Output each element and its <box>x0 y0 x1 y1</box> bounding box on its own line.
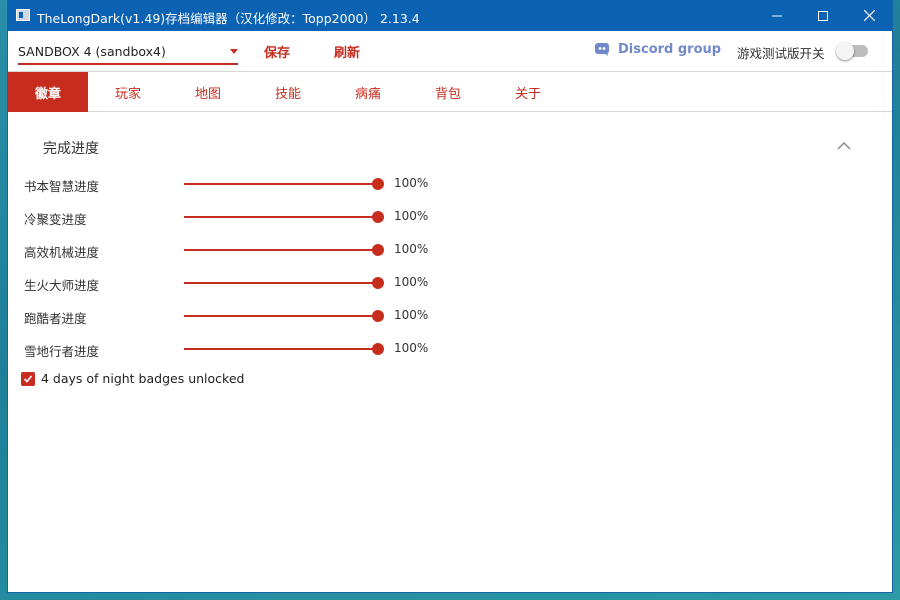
refresh-button[interactable]: 刷新 <box>334 42 360 61</box>
progress-row-snow-walker: 雪地行者进度 100% <box>8 339 508 359</box>
row-value: 100% <box>394 176 429 190</box>
row-value: 100% <box>394 209 429 223</box>
close-button[interactable] <box>846 0 892 31</box>
progress-row-efficient-machine: 高效机械进度 100% <box>8 240 508 260</box>
chevron-up-icon[interactable] <box>837 141 851 151</box>
progress-row-book-smarts: 书本智慧进度 100% <box>8 174 508 194</box>
discord-label: Discord group <box>618 42 722 57</box>
tab-bar: 徽章 玩家 地图 技能 病痛 背包 关于 <box>8 72 892 112</box>
maximize-button[interactable] <box>800 0 846 31</box>
slider-track[interactable] <box>184 183 378 185</box>
row-label: 冷聚变进度 <box>24 212 87 227</box>
window-title: TheLongDark(v1.49)存档编辑器（汉化修改：Topp2000） 2… <box>37 11 420 26</box>
save-button[interactable]: 保存 <box>264 42 290 61</box>
close-icon <box>863 10 875 21</box>
tab-inventory[interactable]: 背包 <box>408 72 488 112</box>
slider-thumb[interactable] <box>372 178 384 190</box>
chevron-down-icon <box>230 49 238 54</box>
toolbar: SANDBOX 4 (sandbox4) 保存 刷新 Discord group… <box>8 31 892 72</box>
minimize-button[interactable] <box>754 0 800 31</box>
slider-thumb[interactable] <box>372 277 384 289</box>
beta-toggle-label: 游戏测试版开关 <box>737 46 825 61</box>
row-value: 100% <box>394 275 429 289</box>
check-icon <box>23 374 33 383</box>
slider-thumb[interactable] <box>372 244 384 256</box>
toggle-knob <box>836 42 854 60</box>
progress-row-fire-master: 生火大师进度 100% <box>8 273 508 293</box>
slider-thumb[interactable] <box>372 211 384 223</box>
tab-map[interactable]: 地图 <box>168 72 248 112</box>
tab-about[interactable]: 关于 <box>488 72 568 112</box>
section-title: 完成进度 <box>43 141 99 157</box>
discord-icon <box>595 43 609 56</box>
maximize-icon <box>818 10 828 21</box>
tab-player[interactable]: 玩家 <box>88 72 168 112</box>
night-badges-checkbox-row[interactable]: 4 days of night badges unlocked <box>21 371 244 386</box>
row-value: 100% <box>394 308 429 322</box>
tab-badges[interactable]: 徽章 <box>8 72 88 112</box>
progress-row-free-runner: 跑酷者进度 100% <box>8 306 508 326</box>
row-label: 跑酷者进度 <box>24 311 87 326</box>
slider-thumb[interactable] <box>372 343 384 355</box>
row-label: 雪地行者进度 <box>24 344 100 359</box>
save-slot-value: SANDBOX 4 (sandbox4) <box>18 44 166 59</box>
slider-thumb[interactable] <box>372 310 384 322</box>
save-slot-select[interactable]: SANDBOX 4 (sandbox4) <box>18 39 238 65</box>
app-icon <box>16 9 30 21</box>
slider-track[interactable] <box>184 348 378 350</box>
row-label: 书本智慧进度 <box>24 179 100 194</box>
slider-track[interactable] <box>184 216 378 218</box>
discord-link[interactable]: Discord group <box>595 42 721 57</box>
tab-afflictions[interactable]: 病痛 <box>328 72 408 112</box>
row-label: 高效机械进度 <box>24 245 100 260</box>
night-badges-checkbox[interactable] <box>21 371 35 386</box>
title-bar: TheLongDark(v1.49)存档编辑器（汉化修改：Topp2000） 2… <box>8 0 892 31</box>
checkbox-label: 4 days of night badges unlocked <box>41 371 245 386</box>
tab-skills[interactable]: 技能 <box>248 72 328 112</box>
minimize-icon <box>772 15 782 16</box>
progress-row-cold-fusion: 冷聚变进度 100% <box>8 207 508 227</box>
badges-panel: 完成进度 书本智慧进度 100% 冷聚变进度 100% 高效机械进度 100% … <box>8 113 892 592</box>
beta-toggle[interactable] <box>836 42 868 60</box>
row-value: 100% <box>394 242 429 256</box>
app-window: TheLongDark(v1.49)存档编辑器（汉化修改：Topp2000） 2… <box>8 0 892 592</box>
slider-track[interactable] <box>184 249 378 251</box>
slider-track[interactable] <box>184 282 378 284</box>
slider-track[interactable] <box>184 315 378 317</box>
row-label: 生火大师进度 <box>24 278 100 293</box>
row-value: 100% <box>394 341 429 355</box>
